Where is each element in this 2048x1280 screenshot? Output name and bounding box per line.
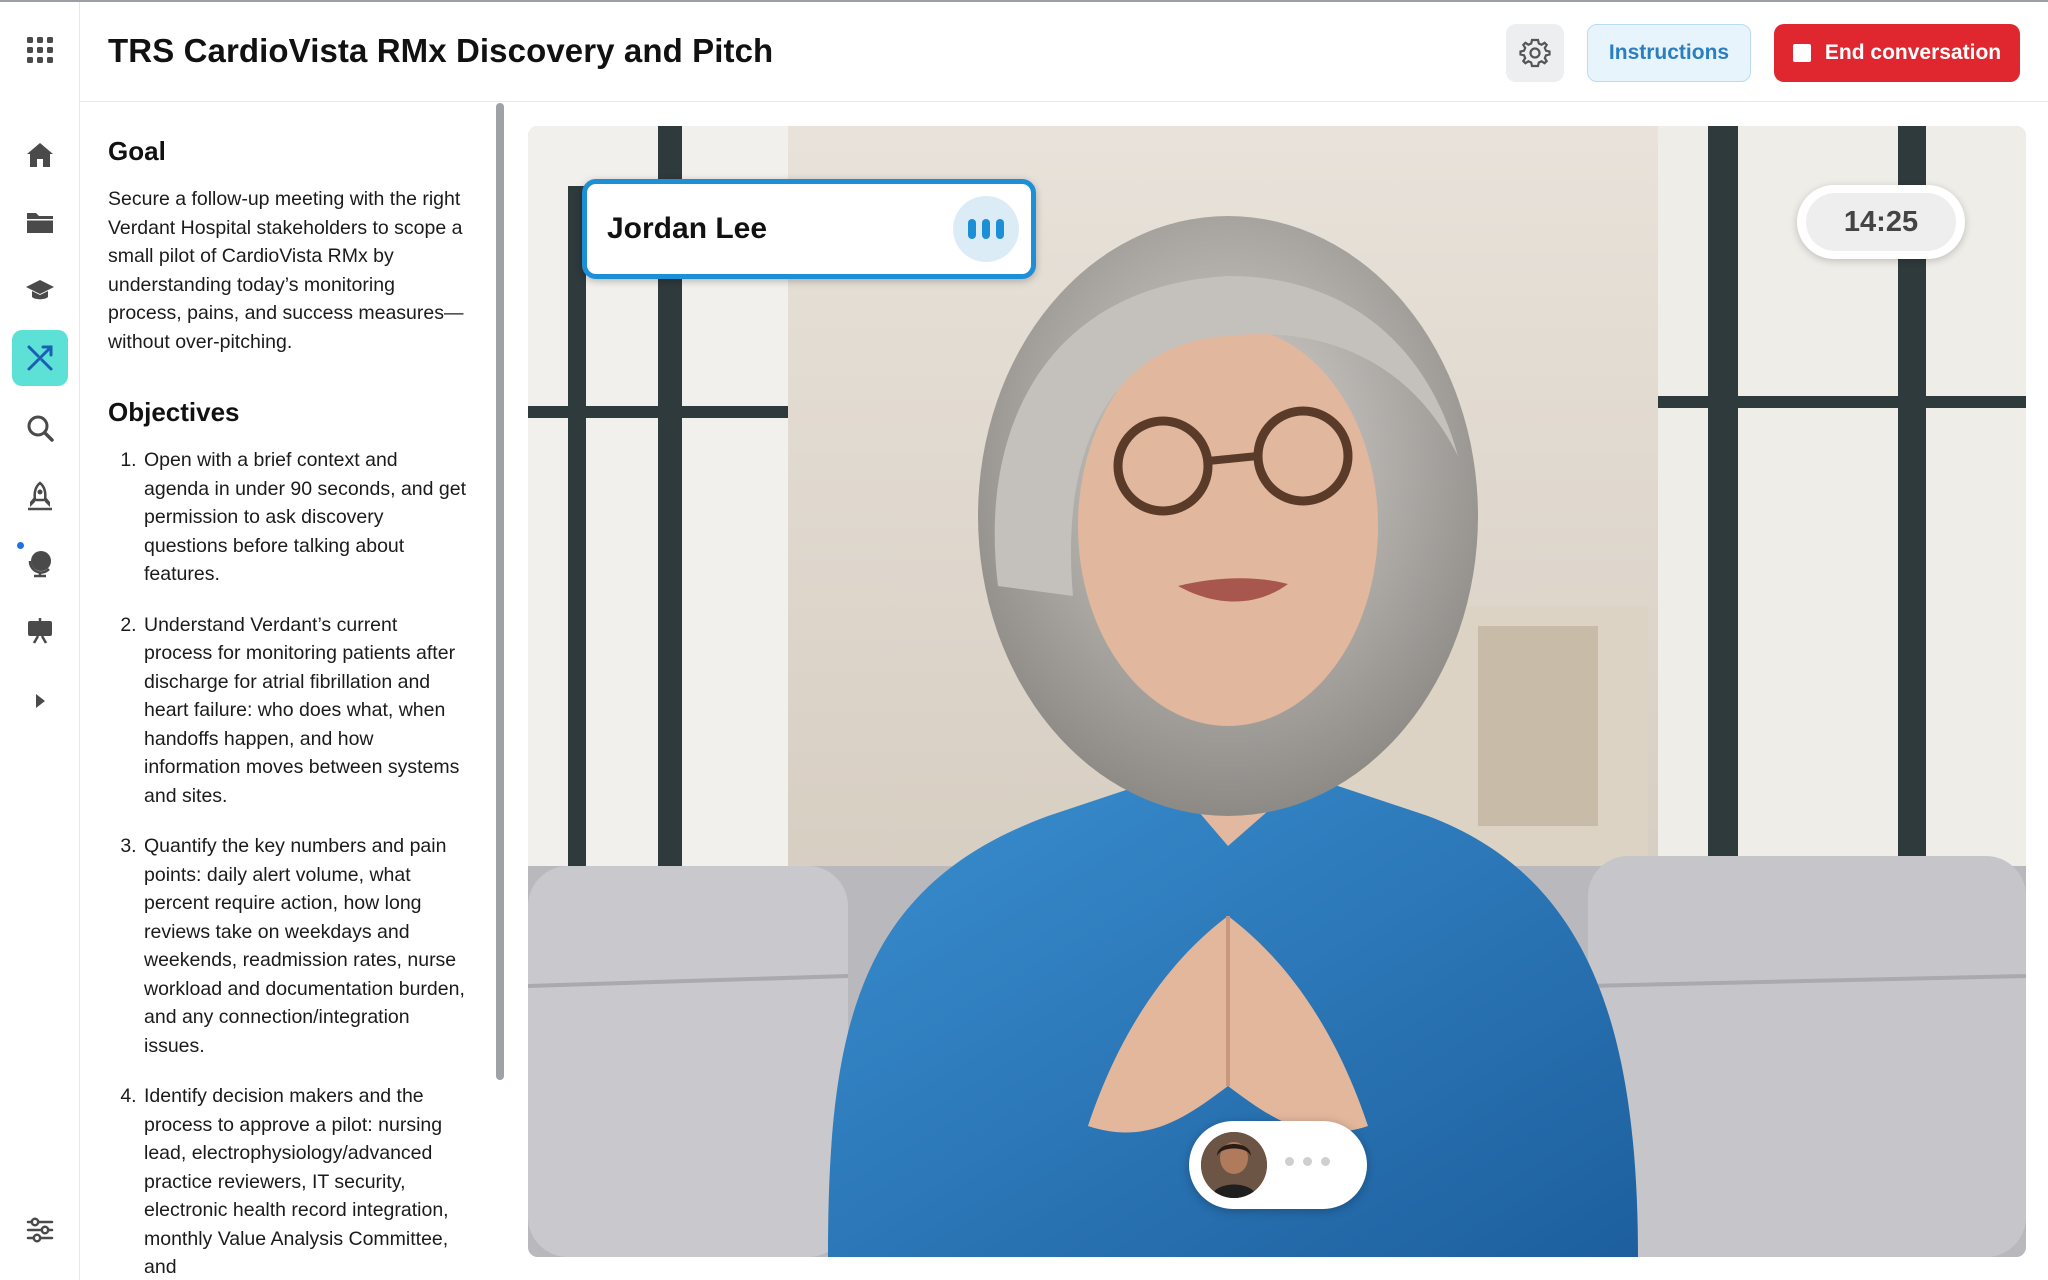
objective-item: Quantify the key numbers and pain points… [142, 832, 468, 1060]
objective-item: Open with a brief context and agenda in … [142, 446, 468, 589]
participant-video-feed [528, 126, 2026, 1257]
page-title: TRS CardioVista RMx Discovery and Pitch [108, 32, 774, 69]
practice-arrows-icon[interactable] [12, 330, 68, 386]
self-avatar [1201, 1132, 1267, 1198]
video-call-area: Jordan Lee 14:25 [528, 126, 2026, 1257]
end-conversation-button[interactable]: End conversation [1774, 24, 2020, 82]
presentation-board-icon[interactable] [12, 603, 68, 659]
participant-name-card: Jordan Lee [582, 179, 1036, 279]
objective-item: Identify decision makers and the process… [142, 1082, 468, 1280]
goal-heading: Goal [108, 136, 166, 166]
self-view-pill[interactable] [1189, 1121, 1367, 1209]
stop-icon [1792, 44, 1811, 62]
goal-text: Secure a follow-up meeting with the righ… [108, 188, 464, 353]
call-timer: 14:25 [1797, 185, 1965, 259]
sliders-icon[interactable] [12, 1202, 68, 1258]
end-conversation-label: End conversation [1824, 41, 2002, 64]
participant-name: Jordan Lee [607, 212, 768, 245]
globe-icon[interactable] [12, 535, 68, 591]
search-icon[interactable] [12, 400, 68, 456]
graduation-cap-icon[interactable] [12, 262, 68, 318]
instructions-button[interactable]: Instructions [1587, 24, 1751, 82]
apps-grid-icon[interactable] [12, 22, 68, 78]
objectives-list: Open with a brief context and agenda in … [108, 446, 468, 1280]
call-timer-value: 14:25 [1806, 193, 1956, 251]
gear-icon [1519, 38, 1551, 68]
instructions-panel: Goal Secure a follow-up meeting with the… [81, 103, 507, 1280]
objective-item: Understand Verdant’s current process for… [142, 611, 468, 811]
rocket-icon[interactable] [12, 468, 68, 524]
home-icon[interactable] [12, 127, 68, 183]
settings-button[interactable] [1506, 24, 1564, 82]
panel-scrollbar[interactable] [496, 103, 504, 1080]
folder-icon[interactable] [12, 194, 68, 250]
page-header: TRS CardioVista RMx Discovery and Pitch … [80, 2, 2048, 102]
self-view-status-dots [1285, 1157, 1330, 1166]
left-nav-rail [0, 2, 80, 1280]
expand-arrow-icon[interactable] [12, 673, 68, 729]
speaking-indicator-icon [953, 196, 1019, 262]
objectives-heading: Objectives [108, 397, 240, 427]
